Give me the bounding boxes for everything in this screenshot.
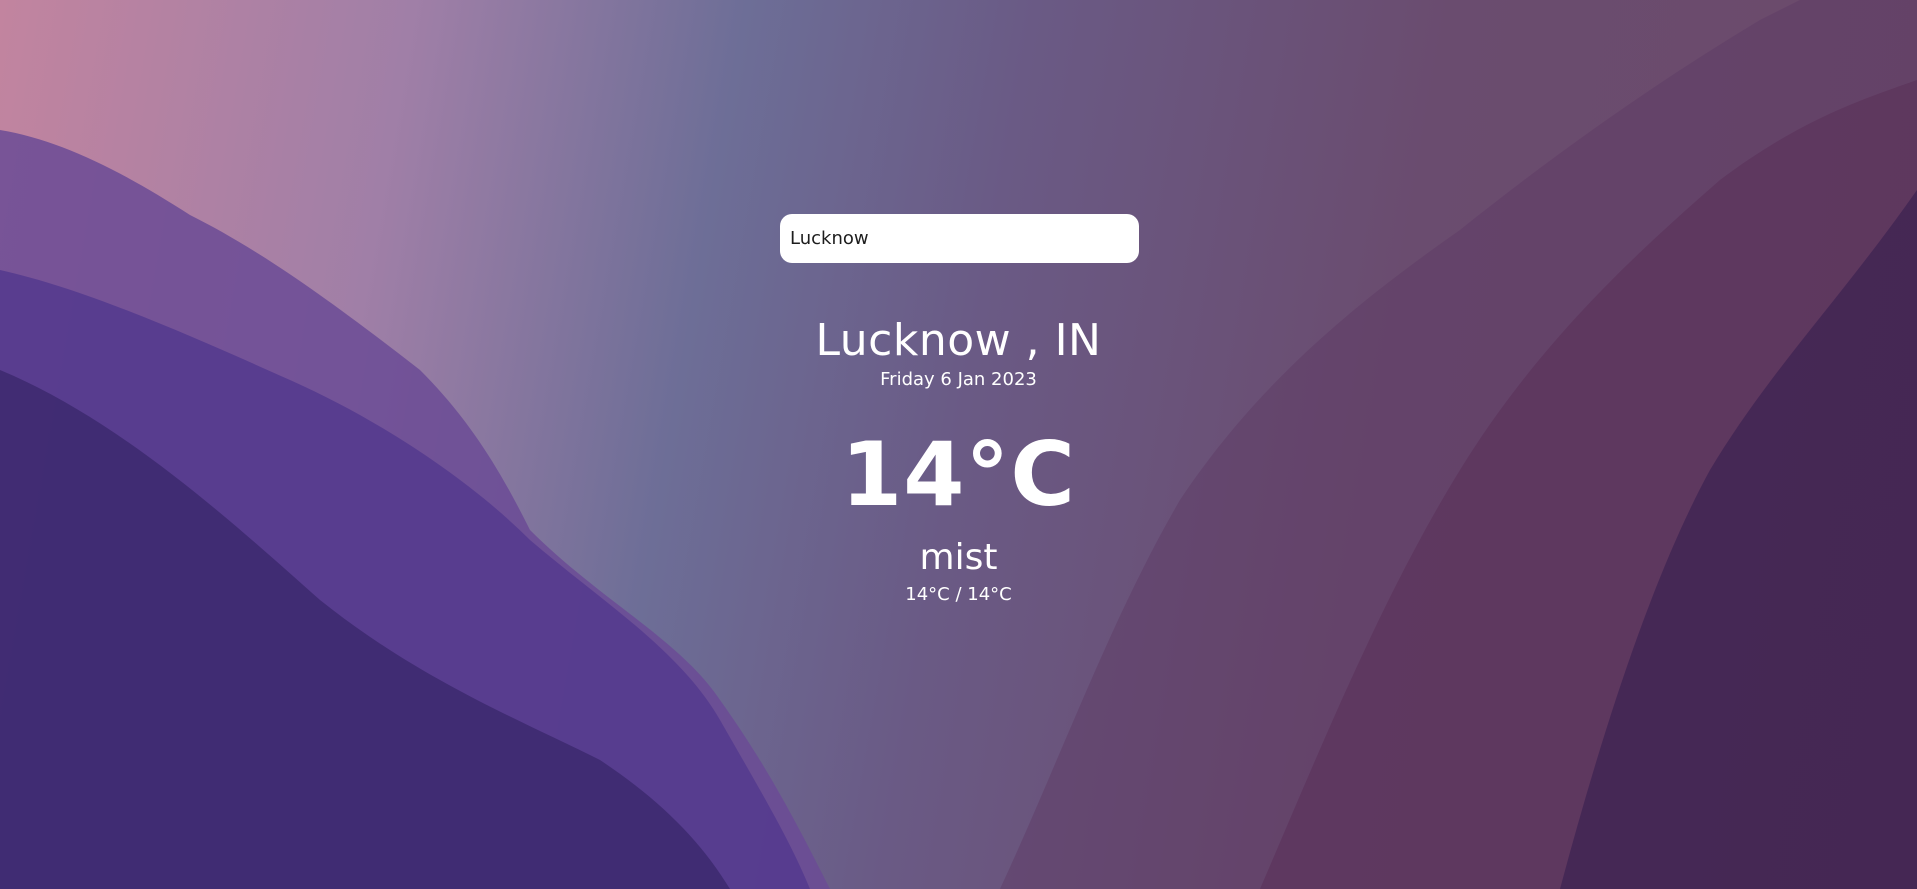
current-temperature: 14°C xyxy=(840,423,1077,526)
temperature-hi-lo: 14°C / 14°C xyxy=(905,584,1012,605)
current-date: Friday 6 Jan 2023 xyxy=(880,369,1037,390)
weather-condition: mist xyxy=(919,537,998,578)
weather-app: Lucknow , IN Friday 6 Jan 2023 14°C mist… xyxy=(0,0,1917,889)
city-country-title: Lucknow , IN xyxy=(815,315,1102,366)
city-search-input[interactable] xyxy=(780,214,1139,263)
